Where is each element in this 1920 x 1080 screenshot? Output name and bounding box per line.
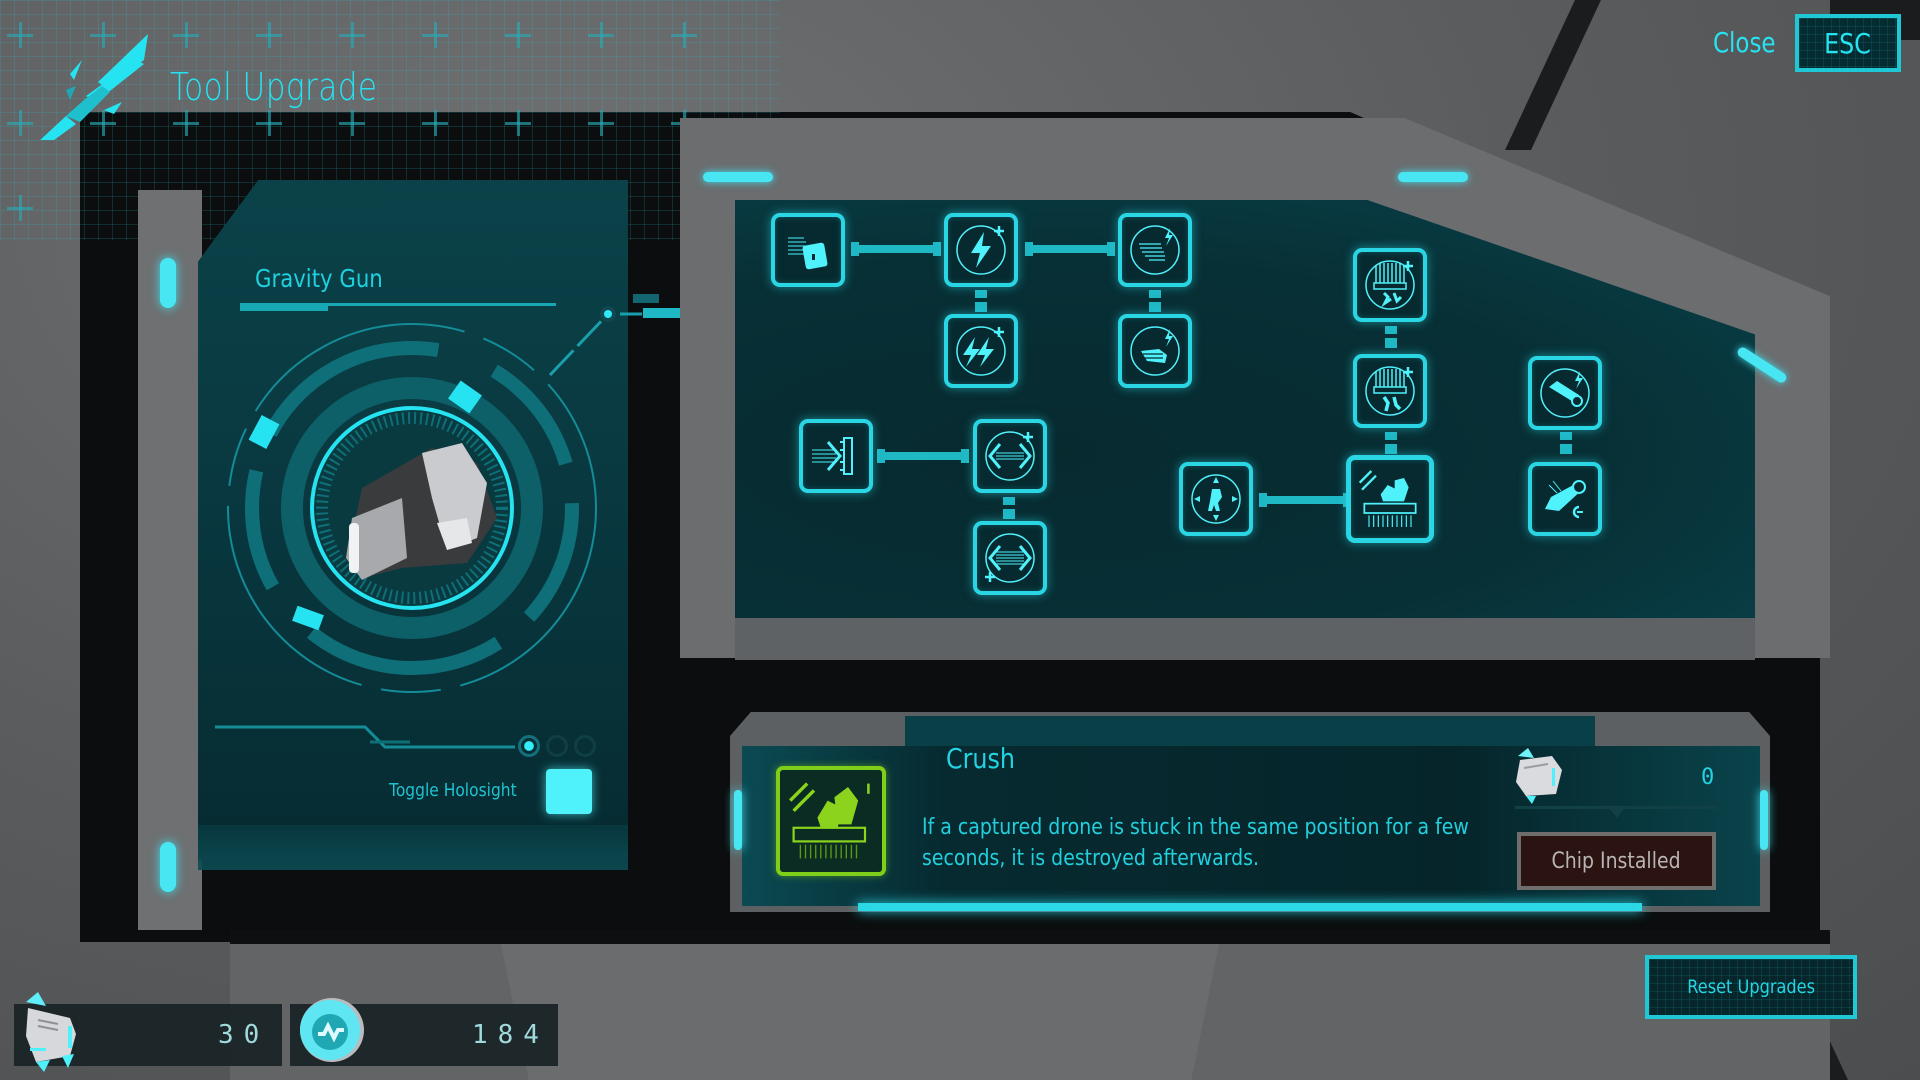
tool-name-underline-accent (240, 303, 328, 311)
crusher-plus-icon (1365, 260, 1415, 310)
detail-side-light (1760, 790, 1768, 850)
toggle-holosight-label: Toggle Holosight (389, 780, 517, 801)
frame-light (1398, 172, 1468, 182)
toggle-holosight-checkbox[interactable] (546, 769, 592, 814)
detail-glow-bar (858, 903, 1642, 911)
frame-light (703, 172, 773, 182)
upgrade-description: If a captured drone is stuck in the same… (922, 815, 1469, 871)
tree-connector (877, 449, 969, 463)
credits-count: 184 (472, 1020, 549, 1050)
upgrade-node-target[interactable] (1179, 462, 1253, 536)
range-plus-2-icon (985, 533, 1035, 583)
launcher-lightning-icon (1540, 368, 1590, 418)
tool-name: Gravity Gun (255, 264, 383, 293)
upgrade-node-launcher-lightning[interactable] (1528, 356, 1602, 430)
cost-caret (1610, 809, 1624, 818)
hud-plus-mark (505, 22, 531, 48)
hud-plus-mark (7, 110, 33, 136)
crush-icon (788, 782, 870, 859)
reset-upgrades-button[interactable]: Reset Upgrades (1645, 955, 1857, 1019)
close-label[interactable]: Close (1713, 26, 1776, 59)
hud-plus-mark (422, 110, 448, 136)
shield-lightning-icon (1130, 225, 1180, 275)
double-lightning-plus-icon (956, 326, 1006, 376)
upgrade-node-pull[interactable] (799, 419, 873, 493)
pillar-light (160, 842, 176, 892)
close-key-label: ESC (1824, 26, 1872, 60)
upgrade-node-key[interactable] (771, 213, 845, 287)
tree-connector (851, 242, 941, 256)
page-dot-2[interactable] (546, 735, 568, 757)
page-header: Tool Upgrade (36, 30, 423, 146)
upgrade-node-crusher-2[interactable] (1353, 354, 1427, 428)
tree-connector (1385, 326, 1397, 348)
chip-installed-button[interactable]: Chip Installed (1517, 832, 1716, 890)
chip-currency-icon (22, 990, 84, 1076)
crush-icon (1358, 470, 1417, 527)
chip-icon (1512, 746, 1568, 810)
tree-connector (1149, 290, 1161, 312)
page-title: Tool Upgrade (170, 65, 378, 109)
hud-plus-mark (422, 22, 448, 48)
tool-page-indicator (518, 735, 596, 757)
tree-connector (1003, 497, 1015, 519)
hud-plus-mark (671, 22, 697, 48)
upgrade-node-launcher[interactable] (1528, 462, 1602, 536)
pillar-light (160, 258, 176, 308)
tool-upgrade-icon (36, 30, 156, 146)
upgrade-node-shield-lightning-2[interactable] (1118, 314, 1192, 388)
upgrade-node-range[interactable] (973, 419, 1047, 493)
range-plus-icon (985, 431, 1035, 481)
crusher-plus-2-icon (1365, 366, 1415, 416)
upgrade-node-double-lightning[interactable] (944, 314, 1018, 388)
target-drone-icon (1191, 474, 1241, 524)
tree-connector (1025, 242, 1115, 256)
tree-connector (1385, 432, 1397, 454)
frame-gap (230, 930, 1830, 944)
credits-coin-icon (294, 994, 366, 1070)
page-dot-1[interactable] (518, 735, 540, 757)
upgrade-title: Crush (946, 742, 1015, 775)
tree-connector (1560, 432, 1572, 454)
tree-connector (1259, 493, 1351, 507)
hud-plus-mark (7, 195, 33, 221)
tree-connector (975, 290, 987, 312)
frame-bottom-inner (500, 940, 1220, 1080)
hud-plus-mark (588, 110, 614, 136)
detail-side-light (734, 790, 742, 850)
upgrade-cost: 0 (1701, 765, 1715, 790)
hud-plus-mark (7, 22, 33, 48)
decorative-line (215, 725, 515, 749)
upgrade-node-crush[interactable] (1346, 455, 1434, 543)
pull-arrow-icon (812, 437, 853, 475)
tool-panel-base (198, 825, 628, 870)
hud-plus-mark (588, 22, 614, 48)
shield-lightning-2-icon (1130, 326, 1180, 376)
chip-installed-label: Chip Installed (1551, 848, 1682, 874)
tree-ledge (735, 618, 1755, 660)
upgrade-node-range-2[interactable] (973, 521, 1047, 595)
selected-upgrade-icon (776, 766, 886, 876)
upgrade-node-shield-lightning[interactable] (1118, 213, 1192, 287)
key-upgrade-icon (788, 237, 828, 270)
hud-plus-mark (505, 110, 531, 136)
lightning-plus-icon (956, 225, 1006, 275)
upgrade-node-lightning[interactable] (944, 213, 1018, 287)
chips-count: 30 (218, 1020, 270, 1050)
reset-upgrades-label: Reset Upgrades (1687, 976, 1815, 998)
upgrade-node-crusher[interactable] (1353, 248, 1427, 322)
page-dot-3[interactable] (574, 735, 596, 757)
close-button[interactable]: ESC (1795, 14, 1901, 72)
launcher-icon (1545, 480, 1586, 519)
